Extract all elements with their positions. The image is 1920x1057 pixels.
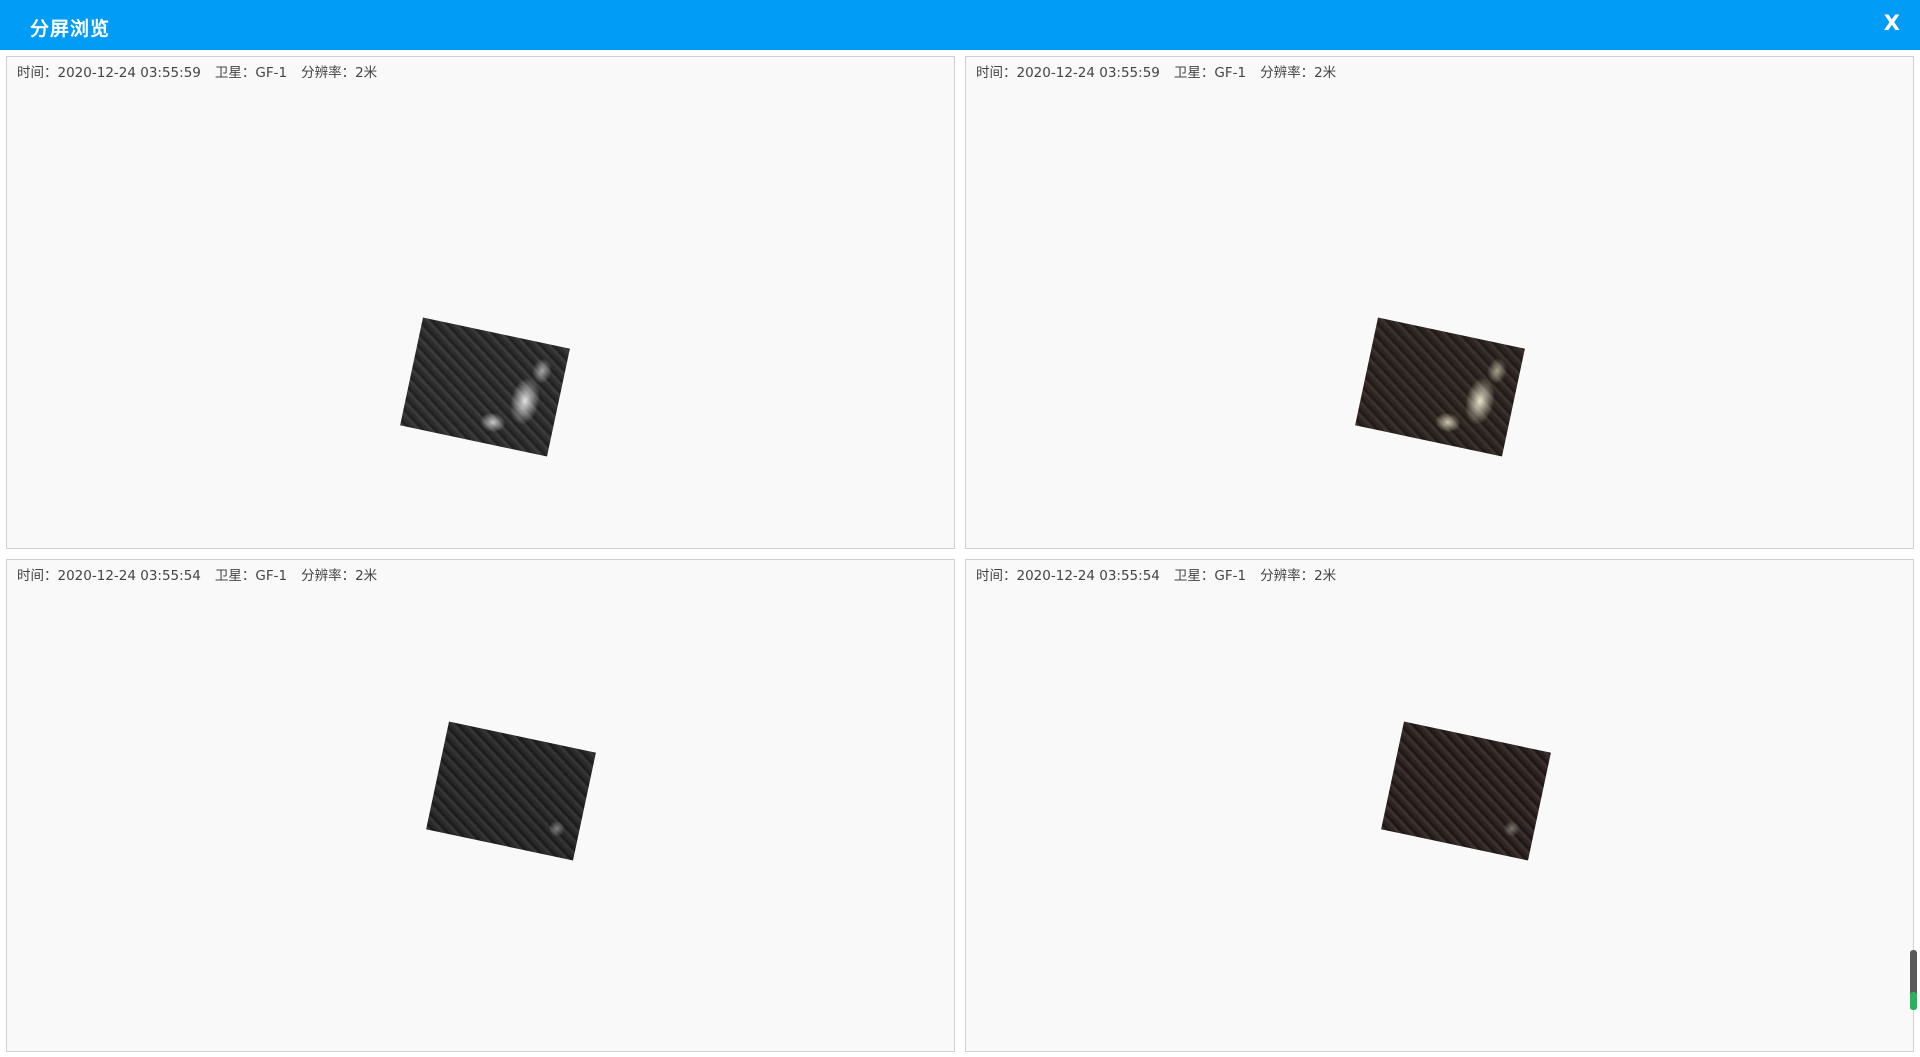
image-info: 时间：2020-12-24 03:55:59 卫星：GF-1 分辨率：2米	[976, 61, 1350, 81]
split-screen-window: 分屏浏览 X 时间：2020-12-24 03:55:59 卫星：GF-1 分辨率：…	[0, 0, 1920, 1057]
map-pane-bottom-left[interactable]: 时间：2020-12-24 03:55:54 卫星：GF-1 分辨率：2米	[6, 559, 955, 1052]
close-button[interactable]: X	[1884, 11, 1900, 35]
resolution: 分辨率：2米	[1260, 568, 1337, 584]
window-title: 分屏浏览	[30, 18, 111, 40]
image-info: 时间：2020-12-24 03:55:54 卫星：GF-1 分辨率：2米	[17, 564, 391, 584]
resolution: 分辨率：2米	[1260, 65, 1337, 81]
resolution: 分辨率：2米	[301, 65, 378, 81]
satellite-image-tile	[1381, 721, 1551, 861]
capture-time: 时间：2020-12-24 03:55:54	[17, 568, 201, 584]
satellite-image-tile	[400, 317, 570, 457]
map-pane-bottom-right[interactable]: 时间：2020-12-24 03:55:54 卫星：GF-1 分辨率：2米	[965, 559, 1914, 1052]
map-pane-top-right[interactable]: 时间：2020-12-24 03:55:59 卫星：GF-1 分辨率：2米	[965, 56, 1914, 549]
image-info: 时间：2020-12-24 03:55:59 卫星：GF-1 分辨率：2米	[17, 61, 391, 81]
satellite-image-tile	[1355, 317, 1525, 457]
satellite-name: 卫星：GF-1	[214, 65, 288, 81]
satellite-name: 卫星：GF-1	[214, 568, 288, 584]
satellite-image-tile	[426, 721, 596, 861]
capture-time: 时间：2020-12-24 03:55:59	[976, 65, 1160, 81]
scrollbar-thumb[interactable]	[1910, 992, 1917, 1010]
map-pane-top-left[interactable]: 时间：2020-12-24 03:55:59 卫星：GF-1 分辨率：2米	[6, 56, 955, 549]
capture-time: 时间：2020-12-24 03:55:54	[976, 568, 1160, 584]
title-bar: 分屏浏览 X	[0, 0, 1920, 50]
satellite-name: 卫星：GF-1	[1173, 65, 1247, 81]
resolution: 分辨率：2米	[301, 568, 378, 584]
satellite-name: 卫星：GF-1	[1173, 568, 1247, 584]
scrollbar[interactable]	[1910, 950, 1917, 1010]
capture-time: 时间：2020-12-24 03:55:59	[17, 65, 201, 81]
image-info: 时间：2020-12-24 03:55:54 卫星：GF-1 分辨率：2米	[976, 564, 1350, 584]
